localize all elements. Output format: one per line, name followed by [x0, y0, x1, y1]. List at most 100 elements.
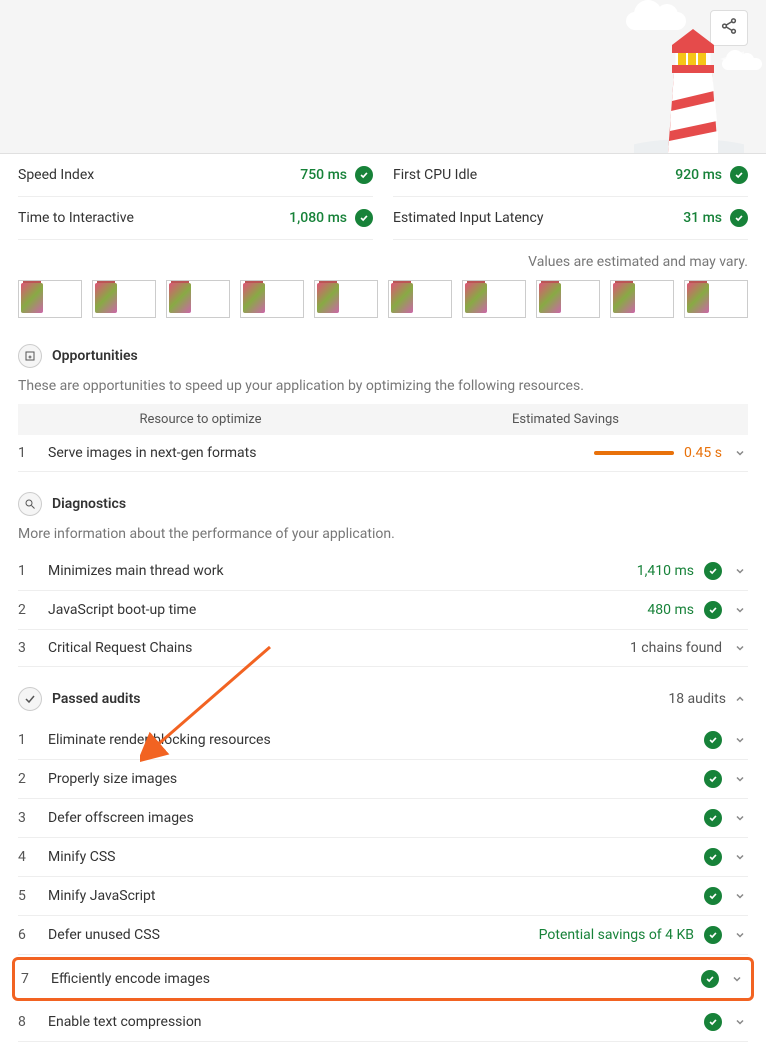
diagnostic-row[interactable]: 3Critical Request Chains1 chains found — [18, 630, 748, 667]
audit-number: 1 — [18, 445, 36, 461]
audit-number: 1 — [18, 563, 36, 579]
audit-title: Defer offscreen images — [48, 810, 692, 826]
passed-audit-row[interactable]: 4Minify CSS — [18, 838, 748, 877]
pass-icon — [704, 848, 722, 866]
metrics-grid: Speed Index750 msTime to Interactive1,08… — [0, 154, 766, 240]
filmstrip-frame — [536, 280, 600, 318]
diagnostics-header: Diagnostics — [18, 482, 748, 526]
chevron-down-icon — [734, 565, 748, 577]
metric-value: 750 ms — [300, 166, 373, 184]
metric-row: Speed Index750 ms — [18, 154, 373, 197]
audit-title: Properly size images — [48, 771, 692, 787]
pass-icon — [704, 731, 722, 749]
passed-audits-title: Passed audits — [52, 691, 140, 707]
passed-audits-header[interactable]: Passed audits 18 audits — [18, 677, 748, 721]
filmstrip-frame — [610, 280, 674, 318]
audit-number: 2 — [18, 602, 36, 618]
passed-audit-row[interactable]: 1Eliminate render-blocking resources — [18, 721, 748, 760]
search-icon — [18, 492, 42, 516]
diagnostic-row[interactable]: 2JavaScript boot-up time480 ms — [18, 591, 748, 630]
audit-title: Critical Request Chains — [48, 640, 618, 656]
pass-icon — [355, 166, 373, 184]
metric-label: Estimated Input Latency — [393, 210, 543, 226]
hero-banner — [0, 0, 766, 154]
audit-number: 4 — [18, 849, 36, 865]
filmstrip-frame — [684, 280, 748, 318]
opportunities-desc: These are opportunities to speed up your… — [18, 378, 748, 404]
metric-row: Time to Interactive1,080 ms — [18, 197, 373, 240]
audit-status — [701, 970, 719, 988]
estimated-note: Values are estimated and may vary. — [0, 240, 766, 280]
audit-title: Minify JavaScript — [48, 888, 692, 904]
passed-audits-section: Passed audits 18 audits 1Eliminate rende… — [0, 677, 766, 1042]
audit-title: Minimizes main thread work — [48, 563, 625, 579]
opp-th-resource: Resource to optimize — [18, 412, 383, 427]
chevron-down-icon — [734, 812, 748, 824]
opportunities-table-header: Resource to optimize Estimated Savings — [18, 404, 748, 435]
chevron-down-icon — [734, 1016, 748, 1028]
passed-audit-row[interactable]: 7Efficiently encode images — [12, 957, 754, 1001]
pass-icon — [730, 166, 748, 184]
filmstrip-frame — [18, 280, 82, 318]
passed-audit-row[interactable]: 3Defer offscreen images — [18, 799, 748, 838]
audit-number: 8 — [18, 1014, 36, 1030]
savings-bar — [594, 451, 674, 455]
pass-icon — [704, 601, 722, 619]
audit-title: Eliminate render-blocking resources — [48, 732, 692, 748]
audit-title: Enable text compression — [48, 1014, 692, 1030]
filmstrip-frame — [166, 280, 230, 318]
lighthouse-logo — [634, 25, 744, 154]
audit-title: Serve images in next-gen formats — [48, 445, 582, 461]
chevron-down-icon — [734, 734, 748, 746]
passed-audit-row[interactable]: 2 Properly size images — [18, 760, 748, 799]
filmstrip-frame — [388, 280, 452, 318]
pass-icon — [704, 887, 722, 905]
pass-icon — [704, 809, 722, 827]
check-icon — [18, 687, 42, 711]
passed-audit-row[interactable]: 8 Enable text compression — [18, 1003, 748, 1042]
opportunities-title: Opportunities — [52, 348, 138, 364]
audit-number: 2 — [18, 771, 36, 787]
metric-value: 31 ms — [683, 209, 748, 227]
chevron-down-icon — [734, 929, 748, 941]
pass-icon — [701, 970, 719, 988]
audit-status: Potential savings of 4 KB — [539, 926, 722, 944]
audit-status — [704, 770, 722, 788]
chevron-down-icon — [734, 773, 748, 785]
chevron-down-icon — [734, 447, 748, 459]
filmstrip-frame — [462, 280, 526, 318]
diagnostic-row[interactable]: 1 Minimizes main thread work 1,410 ms — [18, 552, 748, 591]
diagnostics-section: Diagnostics More information about the p… — [0, 482, 766, 667]
pass-icon — [704, 926, 722, 944]
metric-label: First CPU Idle — [393, 167, 477, 183]
passed-audit-row[interactable]: 6Defer unused CSSPotential savings of 4 … — [18, 916, 748, 955]
metric-label: Time to Interactive — [18, 210, 134, 226]
audit-status — [704, 887, 722, 905]
pass-icon — [704, 770, 722, 788]
pass-icon — [730, 209, 748, 227]
chevron-down-icon — [734, 890, 748, 902]
chevron-down-icon — [734, 642, 748, 654]
chevron-up-icon — [734, 693, 748, 705]
audit-number: 6 — [18, 927, 36, 943]
audit-number: 3 — [18, 640, 36, 656]
pass-icon — [704, 1013, 722, 1031]
passed-audits-count: 18 audits — [668, 691, 726, 707]
opp-th-savings: Estimated Savings — [383, 412, 748, 427]
audit-note: Potential savings of 4 KB — [539, 927, 694, 943]
metric-row: First CPU Idle 920 ms — [393, 154, 748, 197]
filmstrip — [0, 280, 766, 334]
diagnostics-desc: More information about the performance o… — [18, 526, 748, 552]
audit-status — [704, 848, 722, 866]
audit-number: 5 — [18, 888, 36, 904]
opportunities-header: Opportunities — [18, 334, 748, 378]
audit-value: 1,410 ms — [637, 562, 722, 580]
passed-audit-row[interactable]: 5 Minify JavaScript — [18, 877, 748, 916]
opportunities-icon — [18, 344, 42, 368]
opportunity-row[interactable]: 1 Serve images in next-gen formats 0.45 s — [18, 435, 748, 472]
metric-value: 920 ms — [675, 166, 748, 184]
audit-savings: 0.45 s — [594, 445, 722, 461]
pass-icon — [355, 209, 373, 227]
chevron-down-icon — [734, 604, 748, 616]
chevron-down-icon — [731, 973, 745, 985]
